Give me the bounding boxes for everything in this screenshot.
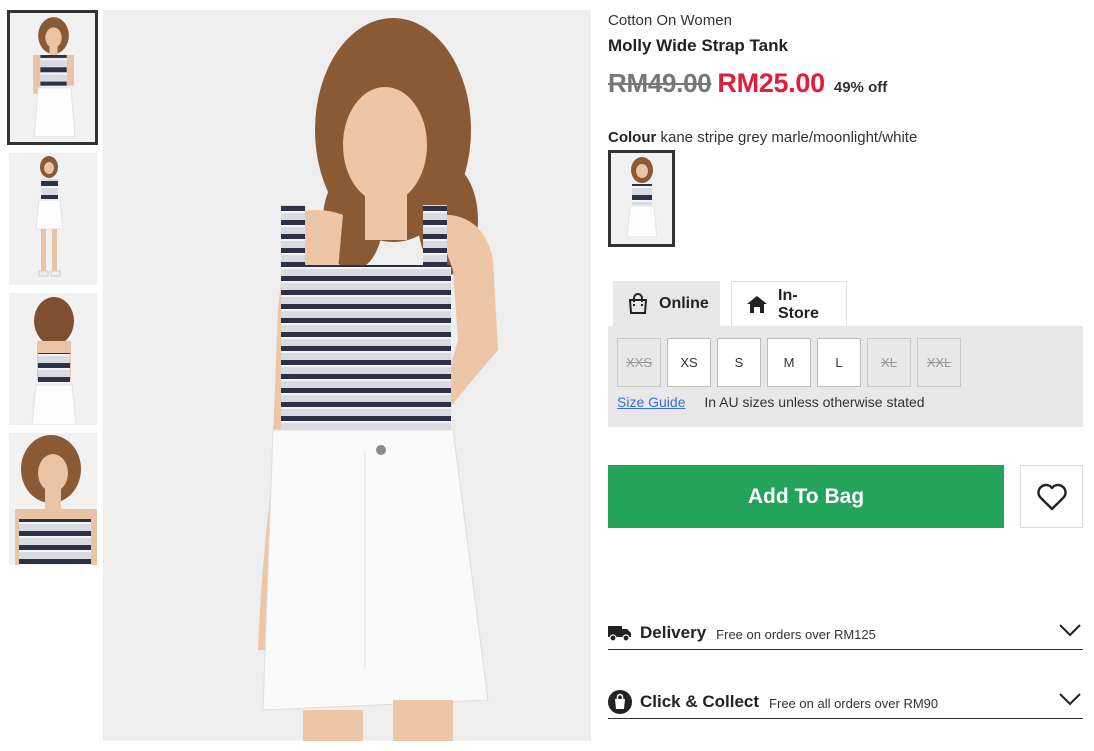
tab-in-store[interactable]: In-Store	[731, 281, 847, 327]
thumbnail-closeup[interactable]	[9, 433, 97, 565]
product-title: Molly Wide Strap Tank	[608, 36, 788, 55]
product-info-panel: Cotton On Women Molly Wide Strap Tank RM…	[608, 12, 1084, 719]
tab-in-store-label: In-Store	[778, 286, 819, 322]
chevron-down-icon	[1059, 693, 1081, 706]
size-guide-row: Size Guide In AU sizes unless otherwise …	[617, 394, 925, 410]
thumbnail-front[interactable]	[7, 10, 98, 145]
bag-circle-icon	[608, 689, 632, 714]
colour-row: Colour kane stripe grey marle/moonlight/…	[608, 129, 1084, 146]
size-option-l[interactable]: L	[817, 338, 861, 387]
size-options: XXS XS S M L XL XXL	[617, 338, 967, 387]
click-collect-title: Click & Collect	[640, 691, 760, 711]
size-guide-link[interactable]: Size Guide	[617, 394, 685, 410]
store-icon	[746, 294, 768, 316]
model-full-body-thumb-image	[9, 153, 97, 285]
colour-label: Colour	[608, 129, 657, 146]
size-note: In AU sizes unless otherwise stated	[704, 394, 925, 410]
add-to-bag-button[interactable]: Add To Bag	[608, 465, 1004, 528]
size-option-s[interactable]: S	[717, 338, 761, 387]
model-main-image	[103, 10, 591, 741]
colour-value: kane stripe grey marle/moonlight/white	[660, 129, 918, 146]
model-front-thumb-image	[7, 10, 98, 145]
size-option-m[interactable]: M	[767, 338, 811, 387]
size-selector-panel: XXS XS S M L XL XXL Size Guide In AU siz…	[608, 326, 1083, 427]
sale-price: RM25.00	[717, 68, 825, 98]
price-row: RM49.00 RM25.00 49% off	[608, 68, 1084, 99]
size-option-xs[interactable]: XS	[667, 338, 711, 387]
size-option-xl[interactable]: XL	[867, 338, 911, 387]
click-collect-accordion[interactable]: Click & Collect Free on all orders over …	[608, 685, 1083, 719]
thumbnail-strip	[7, 10, 99, 573]
original-price: RM49.00	[608, 68, 712, 98]
tab-online[interactable]: Online	[613, 281, 720, 327]
stock-tabs: Online In-Store	[613, 281, 847, 327]
discount-label: 49% off	[833, 79, 888, 96]
main-product-image[interactable]	[103, 10, 591, 741]
delivery-title: Delivery	[640, 622, 707, 642]
delivery-subtitle: Free on orders over RM125	[716, 626, 876, 642]
thumbnail-full-body[interactable]	[9, 153, 97, 285]
chevron-down-icon	[1059, 624, 1081, 637]
truck-icon	[608, 622, 632, 644]
tab-online-label: Online	[659, 295, 709, 312]
heart-icon	[1036, 483, 1067, 510]
model-back-thumb-image	[9, 293, 97, 425]
thumbnail-back[interactable]	[9, 293, 97, 425]
colour-swatch-image	[611, 153, 672, 244]
delivery-accordion[interactable]: Delivery Free on orders over RM125	[608, 616, 1083, 650]
size-option-xxs[interactable]: XXS	[617, 338, 661, 387]
shopping-bag-icon	[627, 293, 649, 315]
size-option-xxl[interactable]: XXL	[917, 338, 961, 387]
model-closeup-thumb-image	[9, 433, 97, 565]
click-collect-subtitle: Free on all orders over RM90	[769, 695, 939, 711]
brand-name[interactable]: Cotton On Women	[608, 12, 1084, 30]
wishlist-button[interactable]	[1020, 465, 1083, 528]
colour-swatch[interactable]	[608, 150, 675, 247]
